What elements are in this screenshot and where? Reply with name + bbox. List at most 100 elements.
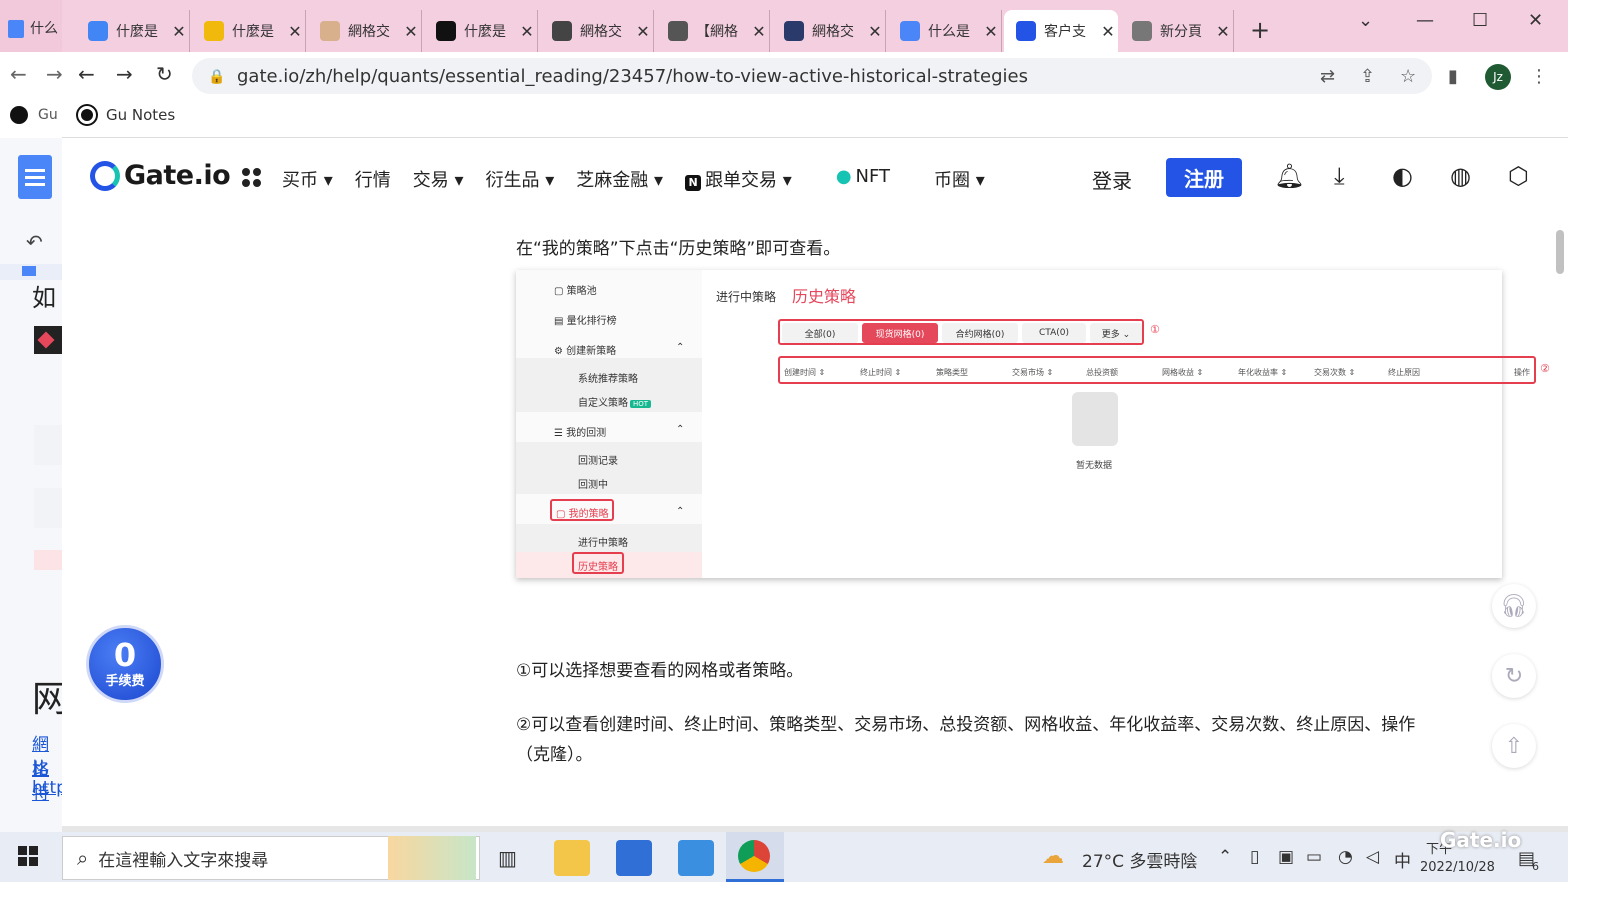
close-tab-icon[interactable]: ✕ — [1098, 22, 1118, 41]
docs-icon — [8, 20, 24, 38]
ime-indicator[interactable]: 中 — [1394, 847, 1411, 872]
browser-tab[interactable]: 網格交 ✕ — [540, 10, 654, 52]
back-icon[interactable]: ← — [10, 62, 27, 86]
tab-search-icon[interactable]: ⌄ — [1358, 10, 1373, 31]
close-tab-icon[interactable]: ✕ — [749, 22, 769, 41]
browser-tab[interactable]: 新分頁 ✕ — [1120, 10, 1234, 52]
menu-trade[interactable]: 交易 ▾ — [413, 166, 464, 192]
fig-filter-more: 更多 ⌄ — [1090, 323, 1142, 343]
bookmark-star-icon[interactable]: ☆ — [1400, 66, 1416, 87]
browser-tab-title: 什么是 — [928, 24, 970, 40]
close-tab-icon[interactable]: ✕ — [633, 22, 653, 41]
copy-trading-icon: N — [685, 175, 702, 191]
wifi-icon[interactable]: ◔ — [1338, 847, 1353, 867]
fig-side-backtest: ☰ 我的回测 — [554, 428, 607, 439]
chrome-taskbar-button[interactable] — [726, 832, 784, 882]
tray-device-icon[interactable]: ▯ — [1250, 847, 1259, 867]
task-view-icon[interactable]: ▥ — [498, 846, 517, 870]
browser-tab[interactable]: 網格交 ✕ — [772, 10, 886, 52]
forward-button[interactable]: → — [116, 62, 133, 86]
menu-markets[interactable]: 行情 — [355, 166, 391, 192]
close-tab-icon[interactable]: ✕ — [401, 22, 421, 41]
translate-icon[interactable]: ⇄ — [1320, 66, 1335, 87]
file-explorer-icon[interactable] — [554, 840, 590, 876]
fee-label: 手续费 — [105, 673, 145, 689]
fig-side-label: 量化排行榜 — [566, 316, 617, 327]
fig-side-active: 进行中策略 — [578, 538, 628, 549]
fig-tab-active: 进行中策略 — [716, 290, 777, 304]
browser-tab[interactable]: 客户支 ✕ — [1004, 10, 1118, 52]
settings-hex-icon[interactable]: ⬡ — [1508, 162, 1529, 190]
fig-side-my-strategy: ▢ 我的策略 — [556, 509, 609, 520]
background-bookmark[interactable]: Gu — [38, 107, 58, 123]
apps-grid-icon[interactable] — [242, 168, 262, 188]
close-tab-icon[interactable]: ✕ — [865, 22, 885, 41]
menu-copy-trading[interactable]: N 跟单交易 ▾ — [685, 166, 814, 192]
refresh-float-icon[interactable]: ↻ — [1492, 654, 1536, 698]
side-panel-icon[interactable]: ▮ — [1448, 66, 1458, 87]
login-link[interactable]: 登录 — [1092, 165, 1132, 194]
fig-side-label: 策略池 — [566, 286, 597, 297]
menu-nft[interactable]: ● NFT — [836, 166, 912, 192]
browser-tab[interactable]: 什麼是 ✕ — [192, 10, 306, 52]
browser-tab[interactable]: 什么是 ✕ — [888, 10, 1002, 52]
bookmark-label: Gu Notes — [106, 106, 176, 124]
close-tab-icon[interactable]: ✕ — [285, 22, 305, 41]
bookmark-gu-notes[interactable]: Gu Notes — [78, 106, 175, 124]
menu-finance[interactable]: 芝麻金融 ▾ — [576, 166, 663, 192]
windows-start-icon[interactable] — [18, 846, 38, 866]
undo-icon[interactable]: ↶ — [26, 230, 43, 254]
download-icon[interactable]: ⤓ — [1334, 162, 1345, 190]
menu-moments[interactable]: 币圈 ▾ — [934, 166, 985, 192]
scroll-top-icon[interactable]: ⇧ — [1492, 724, 1536, 768]
back-button[interactable]: ← — [78, 62, 95, 86]
theme-moon-icon[interactable]: ◐ — [1392, 162, 1413, 190]
volume-icon[interactable]: ◁ — [1366, 847, 1379, 867]
url-text[interactable]: gate.io/zh/help/quants/essential_reading… — [237, 66, 1028, 87]
close-tab-icon[interactable]: ✕ — [1213, 22, 1233, 41]
mail-icon[interactable] — [678, 840, 714, 876]
weather-icon[interactable]: ☁ — [1042, 844, 1064, 869]
browser-tab[interactable]: 網格交 ✕ — [308, 10, 422, 52]
close-window-button[interactable]: ✕ — [1528, 10, 1543, 31]
scrollbar-thumb[interactable] — [1556, 230, 1564, 274]
new-tab-button[interactable]: + — [1250, 16, 1270, 44]
register-button[interactable]: 注册 — [1166, 158, 1242, 197]
close-tab-icon[interactable]: ✕ — [517, 22, 537, 41]
clock-date[interactable]: 2022/10/28 — [1420, 860, 1495, 875]
background-doc-block — [34, 550, 62, 570]
close-tab-icon[interactable]: ✕ — [981, 22, 1001, 41]
tray-app-icon[interactable]: ▣ — [1278, 847, 1294, 867]
browser-tab[interactable]: 【網格 ✕ — [656, 10, 770, 52]
battery-icon[interactable]: ▭ — [1306, 847, 1322, 867]
store-icon[interactable] — [616, 840, 652, 876]
bell-icon[interactable]: 🔔︎ — [1274, 162, 1304, 190]
close-tab-icon[interactable]: ✕ — [169, 22, 189, 41]
zero-fee-badge[interactable]: 0 手续费 — [86, 625, 164, 703]
fig-side-label: 创建新策略 — [566, 346, 617, 357]
indent-marker-icon[interactable] — [22, 266, 36, 276]
reload-button[interactable]: ↻ — [156, 62, 173, 86]
background-tab[interactable]: 什么 — [8, 18, 58, 38]
weather-text[interactable]: 27°C 多雲時陰 — [1082, 847, 1197, 872]
lock-icon[interactable]: 🔒 — [208, 69, 225, 85]
browser-tab-title: 新分頁 — [1160, 24, 1202, 40]
forward-icon[interactable]: → — [46, 62, 63, 86]
browser-tab-title: 網格交 — [580, 24, 622, 40]
support-headset-icon[interactable]: 🎧︎ — [1492, 584, 1536, 628]
profile-avatar[interactable]: Jz — [1485, 64, 1511, 90]
language-globe-icon[interactable]: ◍ — [1450, 162, 1471, 190]
tray-chevron-icon[interactable]: ⌃ — [1218, 847, 1232, 867]
menu-buy-crypto[interactable]: 买币 ▾ — [282, 166, 333, 192]
share-icon[interactable]: ⇪ — [1360, 66, 1375, 87]
gate-logo[interactable]: Gate.io — [90, 160, 231, 191]
browser-tab[interactable]: 什麼是 ✕ — [424, 10, 538, 52]
menu-derivatives[interactable]: 衍生品 ▾ — [486, 166, 555, 192]
fig-col: 创建时间 ⇕ — [784, 368, 826, 377]
menu-kebab-icon[interactable]: ⋮ — [1530, 66, 1548, 87]
fig-col: 网格收益 ⇕ — [1162, 368, 1204, 377]
browser-tab[interactable]: 什麼是 ✕ — [76, 10, 190, 52]
minimize-button[interactable]: — — [1416, 10, 1434, 31]
notes-icon — [10, 106, 28, 124]
maximize-button[interactable]: ☐ — [1472, 10, 1488, 31]
